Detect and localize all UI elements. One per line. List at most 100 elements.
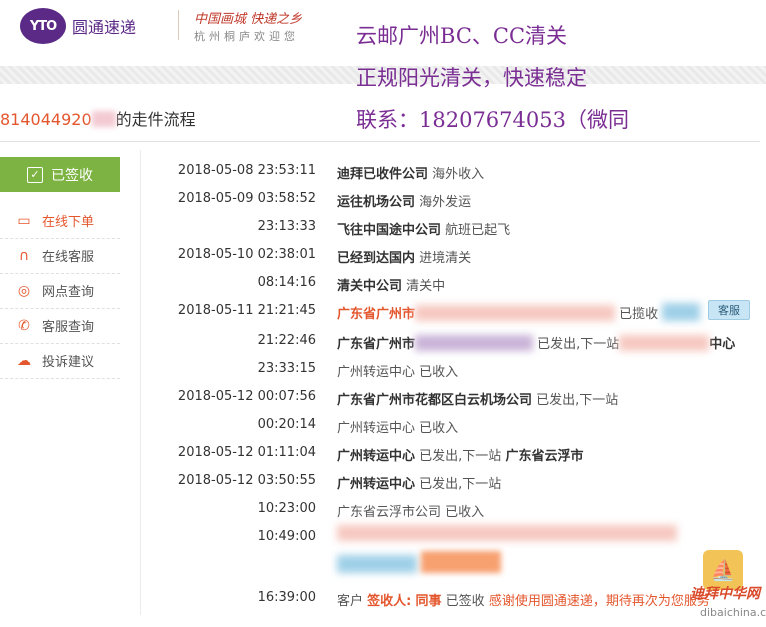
tracking-event: 10:23:00 广东省云浮市公司 已收入 xyxy=(150,501,750,523)
event-time: 2018-05-11 21:21:45 xyxy=(177,303,316,318)
signed-status-button[interactable]: ✓ 已签收 xyxy=(0,157,120,192)
tracking-title-suffix: 的走件流程 xyxy=(115,110,196,129)
tracking-event: 00:20:14 广州转运中心 已收入 xyxy=(150,417,750,439)
event-status: 航班已起飞 xyxy=(445,223,511,238)
event-status: 清关中 xyxy=(406,279,446,294)
event-place: 广州转运中心 xyxy=(337,449,416,464)
redaction-blur xyxy=(91,111,116,127)
sidebar-item-label: 在线下单 xyxy=(42,215,95,230)
event-place: 运往机场公司 xyxy=(337,195,416,210)
ad-overlay-line-3: 联系：18207674053（微同 xyxy=(356,108,629,132)
tracking-event: 23:13:33 飞往中国途中公司 航班已起飞 xyxy=(150,219,750,241)
tracking-event: 2018-05-11 21:21:45 广东省广州市 已揽收 xyxy=(150,303,750,325)
event-place: 广州转运中心 xyxy=(337,365,416,380)
event-time: 16:39:00 xyxy=(257,590,316,605)
laptop-icon: ▭ xyxy=(17,212,31,229)
event-status: 已收入 xyxy=(445,505,485,520)
event-status: 已发出,下一站 xyxy=(537,337,620,352)
sidebar-item-branch-search[interactable]: ◎ 网点查询 xyxy=(0,273,120,309)
event-time: 23:13:33 xyxy=(257,219,316,234)
tracking-event: 2018-05-12 03:50:55 广州转运中心 已发出,下一站 xyxy=(150,473,750,495)
event-place: 广东省广州市 xyxy=(337,337,416,352)
tracking-event: 23:33:15 广州转运中心 已收入 xyxy=(150,361,750,383)
event-time: 08:14:16 xyxy=(257,275,316,290)
ad-overlay-line-2: 正规阳光清关，快速稳定 xyxy=(356,66,587,90)
redaction-blur xyxy=(421,551,502,573)
event-place: 飞往中国途中公司 xyxy=(337,223,442,238)
sidebar-item-online-order[interactable]: ▭ 在线下单 xyxy=(0,203,120,239)
tracking-event: 21:22:46 广东省广州市 已发出,下一站 中心 xyxy=(150,333,750,355)
event-status: 已收入 xyxy=(419,365,459,380)
tracking-event: 2018-05-10 02:38:01 已经到达国内 进境清关 xyxy=(150,247,750,269)
redaction-blur xyxy=(415,335,534,351)
chat-bubble-icon: ☁ xyxy=(17,352,31,369)
event-status: 已签收 xyxy=(445,594,485,609)
tracking-event: 2018-05-09 03:58:52 运往机场公司 海外发运 xyxy=(150,191,750,213)
sidebar-item-label: 在线客服 xyxy=(42,250,95,265)
tracking-event: 2018-05-08 23:53:11 迪拜已收件公司 海外收入 xyxy=(150,163,750,185)
event-next-stop: 中心 xyxy=(709,337,736,352)
event-time: 2018-05-12 03:50:55 xyxy=(177,473,316,488)
event-time: 23:33:15 xyxy=(257,361,316,376)
sidebar-item-label: 网点查询 xyxy=(42,285,95,300)
sidebar-item-online-service[interactable]: ∩ 在线客服 xyxy=(0,238,120,274)
event-place: 清关中公司 xyxy=(337,279,403,294)
tracking-event: 2018-05-12 00:07:56 广东省广州市花都区白云机场公司 已发出,… xyxy=(150,389,750,411)
event-status: 已发出,下一站 xyxy=(536,393,619,408)
event-time: 2018-05-12 00:07:56 xyxy=(177,389,316,404)
signer-name: 同事 xyxy=(415,594,442,609)
event-time: 2018-05-08 23:53:11 xyxy=(177,163,316,178)
event-time: 10:23:00 xyxy=(257,501,316,516)
logo-text: YTO xyxy=(29,18,57,34)
event-status: 已收入 xyxy=(419,421,459,436)
signer-label: 签收人: xyxy=(367,594,412,609)
ad-overlay-line-1: 云邮广州BC、CC清关 xyxy=(356,24,568,48)
event-place: 客户 xyxy=(337,594,364,609)
redaction-blur xyxy=(415,305,616,321)
phone-icon: ✆ xyxy=(18,317,30,334)
headset-icon: ∩ xyxy=(18,247,30,264)
event-time: 2018-05-12 01:11:04 xyxy=(177,445,316,460)
event-status: 已发出,下一站 xyxy=(419,477,502,492)
sidebar-item-label: 客服查询 xyxy=(42,320,95,335)
event-time: 2018-05-09 03:58:52 xyxy=(177,191,316,206)
event-status: 海外发运 xyxy=(419,195,472,210)
redaction-blur xyxy=(337,555,417,573)
event-place: 迪拜已收件公司 xyxy=(337,167,429,182)
watermark-text: 迪拜中华网 xyxy=(690,586,760,602)
event-place: 广州转运中心 xyxy=(337,477,416,492)
watermark-url: dibaichina.com xyxy=(700,606,766,619)
event-place: 广东省广州市花都区白云机场公司 xyxy=(337,393,533,408)
online-service-tag[interactable]: 客服 xyxy=(708,300,750,320)
tracking-event: 16:39:00 客户 签收人: 同事 已签收 感谢使用圆通速递，期待再次为您服… xyxy=(150,590,750,612)
tracking-event: 2018-05-12 01:11:04 广州转运中心 已发出,下一站 广东省云浮… xyxy=(150,445,750,467)
event-time: 2018-05-10 02:38:01 xyxy=(177,247,316,262)
sidebar-item-service-query[interactable]: ✆ 客服查询 xyxy=(0,308,120,344)
sidebar-item-complaint[interactable]: ☁ 投诉建议 xyxy=(0,343,120,379)
title-divider xyxy=(0,141,760,142)
event-time: 21:22:46 xyxy=(257,333,316,348)
redaction-blur xyxy=(619,335,710,351)
yto-logo[interactable]: YTO xyxy=(20,8,66,44)
event-time: 00:20:14 xyxy=(257,417,316,432)
event-time: 10:49:00 xyxy=(257,529,316,544)
brand-name: 圆通速递 xyxy=(72,18,137,37)
slogan-main: 中国画城 快递之乡 xyxy=(194,12,303,27)
slogan-sub: 杭州桐庐欢迎您 xyxy=(194,30,299,43)
sidebar-item-label: 投诉建议 xyxy=(42,355,95,370)
redaction-blur xyxy=(337,525,677,541)
event-status: 已发出,下一站 xyxy=(419,449,502,464)
tracking-event: 10:49:00 xyxy=(150,525,750,579)
event-next-stop: 广东省云浮市 xyxy=(505,449,584,464)
event-place: 广东省云浮市公司 xyxy=(337,505,442,520)
tracking-title: 814044920 的走件流程 xyxy=(0,106,196,130)
tracking-number: 814044920 xyxy=(0,110,92,129)
redaction-blur xyxy=(662,303,701,321)
header-divider xyxy=(178,10,179,40)
sidebar-divider xyxy=(140,150,141,615)
event-place: 广州转运中心 xyxy=(337,421,416,436)
event-place: 广东省广州市 xyxy=(337,307,416,322)
event-status: 进境清关 xyxy=(419,251,472,266)
event-status: 海外收入 xyxy=(432,167,485,182)
checkbox-icon: ✓ xyxy=(27,166,43,183)
